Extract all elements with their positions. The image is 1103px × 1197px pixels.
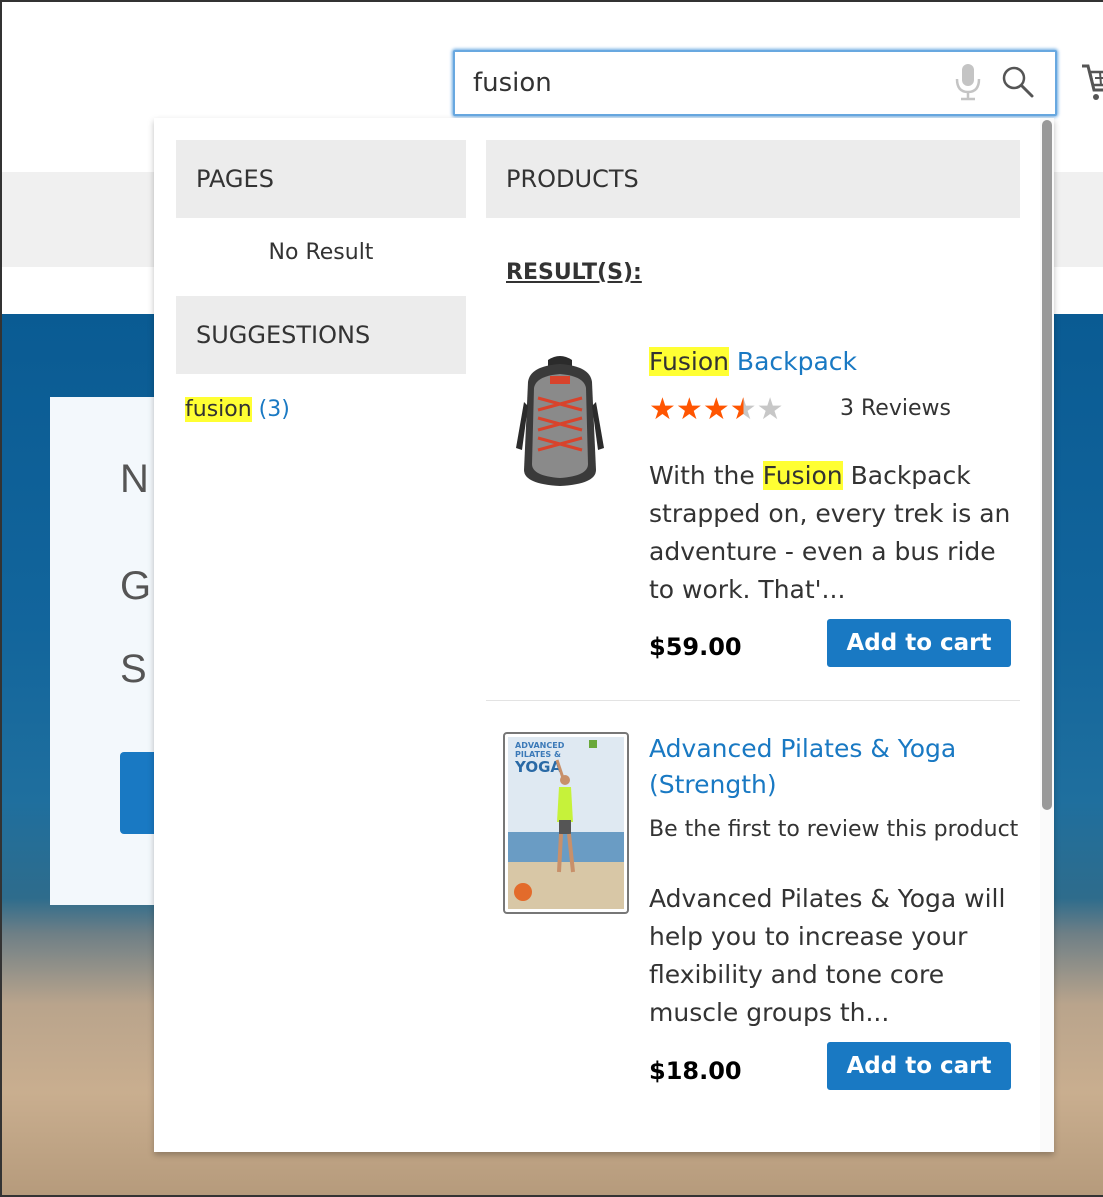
mic-icon[interactable]	[953, 62, 983, 102]
star-empty-icon: ★	[756, 392, 784, 427]
suggestion-item[interactable]: fusion (3)	[185, 397, 290, 422]
product-name-highlight: Fusion	[649, 347, 729, 376]
hero-text-fragment: N	[120, 457, 149, 501]
cart-icon[interactable]	[1080, 60, 1103, 104]
dvd-cover-title-3: YOGA	[514, 758, 562, 776]
dvd-cover-image[interactable]: ADVANCED PILATES & YOGA	[503, 732, 629, 914]
product-price: $59.00	[649, 633, 742, 661]
results-label: RESULT(S):	[506, 260, 642, 285]
reviews-link[interactable]: 3 Reviews	[840, 396, 951, 421]
product-price: $18.00	[649, 1057, 742, 1085]
star-half-icon: ★	[729, 392, 757, 427]
add-to-cart-button[interactable]: Add to cart	[827, 619, 1011, 667]
backpack-image[interactable]	[510, 352, 610, 492]
page-frame: N G S PAGES No Result SUGGESTIONS fusion…	[0, 0, 1103, 1197]
suggestion-count: (3)	[258, 397, 290, 422]
hero-text-fragment: G	[120, 564, 152, 608]
search-input[interactable]	[455, 52, 935, 114]
first-review-link[interactable]: Be the first to review this product	[649, 817, 1018, 842]
desc-highlight: Fusion	[762, 461, 843, 490]
star-icon: ★	[675, 392, 703, 427]
add-to-cart-button[interactable]: Add to cart	[827, 1042, 1011, 1090]
product-name-link[interactable]: Advanced Pilates & Yoga (Strength)	[649, 731, 1009, 803]
product-description: Advanced Pilates & Yoga will help you to…	[649, 884, 1006, 1027]
suggestion-term: fusion	[185, 397, 252, 422]
star-icon: ★	[702, 392, 730, 427]
dvd-cover-title-1: ADVANCED	[515, 741, 565, 750]
suggestions-header: SUGGESTIONS	[176, 296, 466, 374]
search-icon[interactable]	[1000, 64, 1036, 100]
star-icon: ★	[649, 392, 676, 427]
rating-stars: ★ ★ ★ ★ ★	[649, 392, 784, 428]
hero-text-fragment: S	[120, 647, 147, 691]
pages-no-result: No Result	[268, 240, 374, 265]
desc-text: With the	[649, 461, 763, 490]
product-description: With the Fusion Backpack strapped on, ev…	[649, 457, 1019, 609]
product-name-rest: Backpack	[728, 347, 858, 376]
products-header: PRODUCTS	[486, 140, 1020, 218]
pages-header: PAGES	[176, 140, 466, 218]
product-divider	[486, 700, 1020, 701]
product-name-link[interactable]: Fusion Backpack	[649, 344, 857, 380]
dropdown-scrollbar-thumb[interactable]	[1042, 120, 1052, 810]
